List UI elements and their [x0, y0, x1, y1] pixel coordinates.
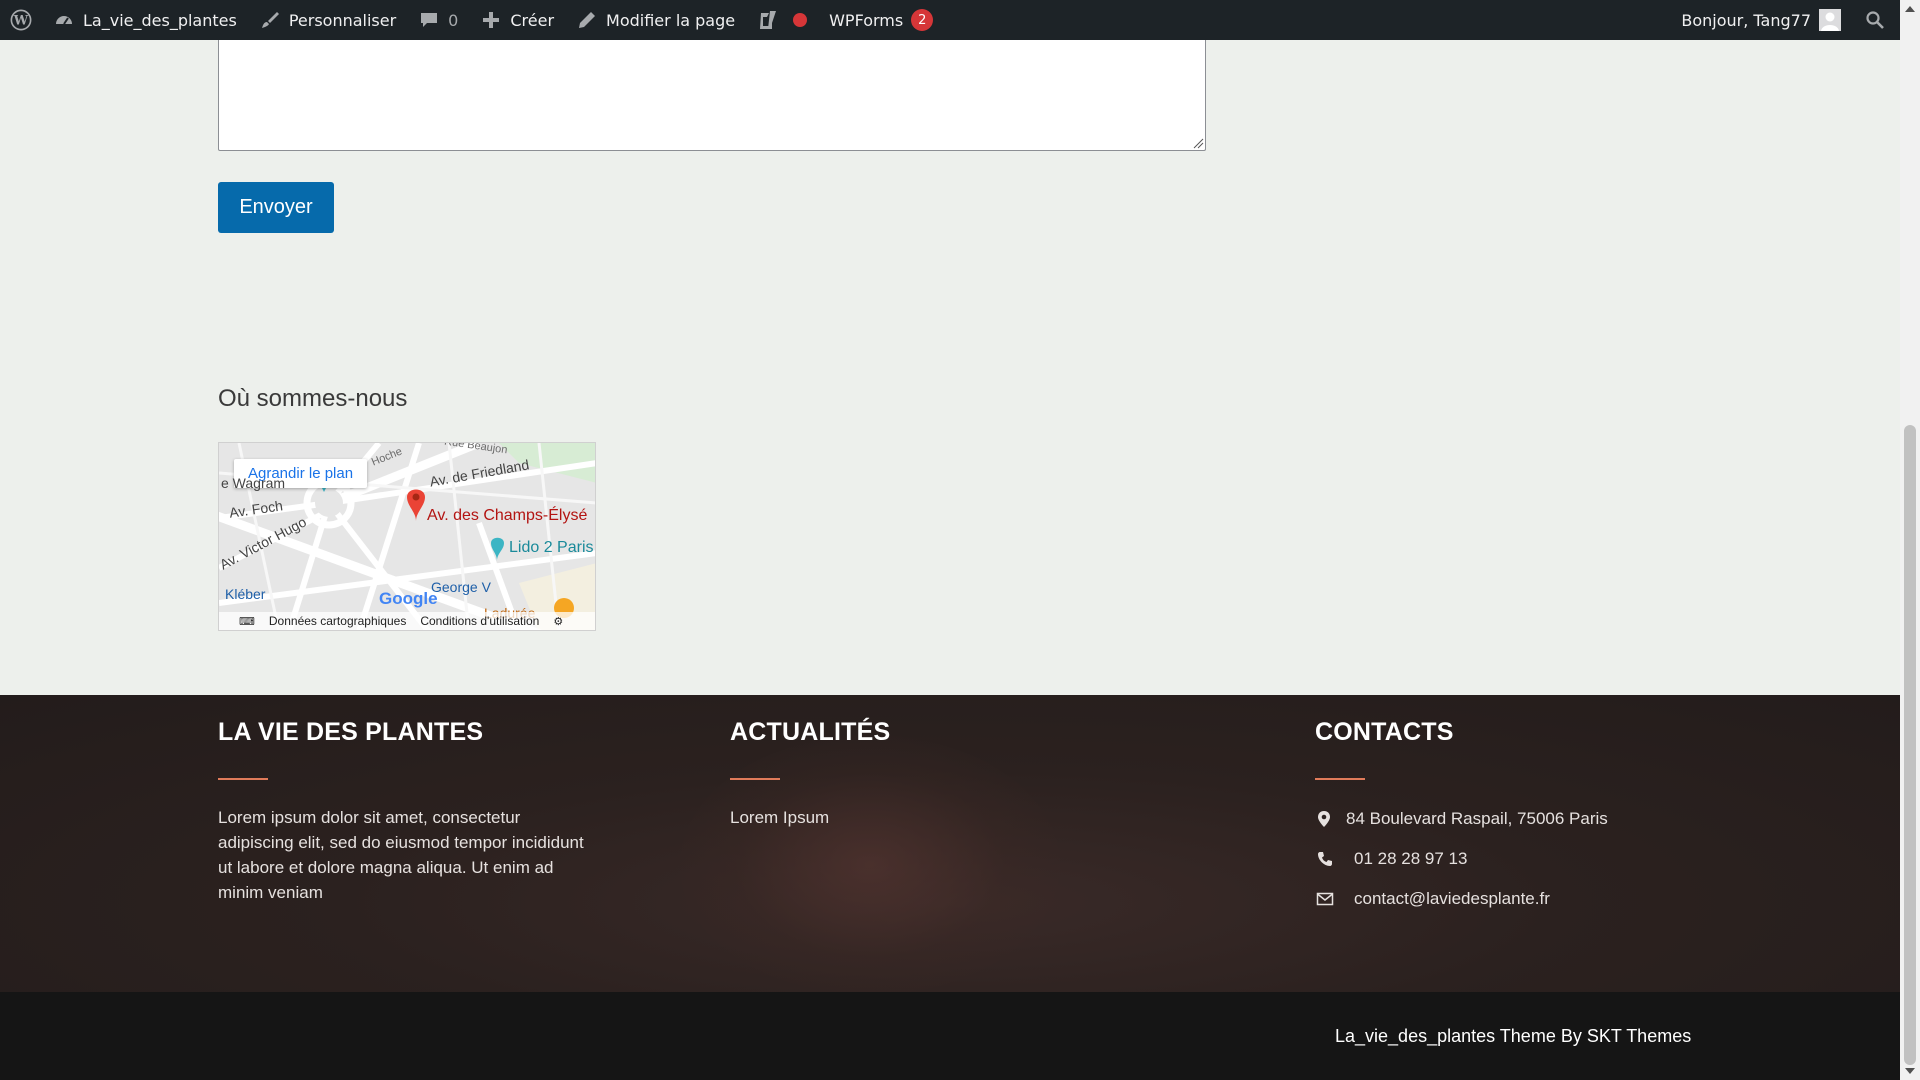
yoast-icon — [757, 9, 779, 31]
scrollbar-thumb[interactable] — [1904, 425, 1916, 1065]
footer-background-image — [680, 735, 1060, 992]
email-icon — [1316, 892, 1334, 906]
search-icon — [1864, 9, 1886, 31]
map-terms-link[interactable]: Conditions d'utilisation — [420, 614, 539, 628]
customize-menu[interactable]: Personnaliser — [248, 0, 407, 40]
footer-about-divider — [218, 778, 268, 780]
submit-button[interactable]: Envoyer — [218, 182, 334, 233]
customize-label: Personnaliser — [288, 10, 397, 30]
scroll-up-arrow-icon[interactable] — [1905, 6, 1915, 12]
map-data-label[interactable]: Données cartographiques — [269, 614, 406, 628]
scroll-down-arrow-icon[interactable] — [1905, 1068, 1915, 1074]
footer-news-link[interactable]: Lorem Ipsum — [730, 805, 829, 830]
phone-icon — [1318, 852, 1332, 866]
footer-contacts-title: CONTACTS — [1315, 718, 1454, 746]
svg-text:W: W — [13, 14, 29, 29]
edit-page-menu[interactable]: Modifier la page — [565, 0, 746, 40]
wpforms-count-badge: 2 — [911, 9, 934, 31]
contact-address: 84 Boulevard Raspail, 75006 Paris — [1346, 809, 1608, 828]
brush-icon — [259, 9, 281, 31]
site-footer: LA VIE DES PLANTES Lorem ipsum dolor sit… — [0, 695, 1900, 992]
new-content-menu[interactable]: Créer — [469, 0, 565, 40]
map-footer: ⌨ Données cartographiques Conditions d'u… — [219, 612, 595, 630]
greeting-label: Bonjour, Tang77 — [1681, 10, 1811, 30]
footer-credit[interactable]: La_vie_des_plantes Theme By SKT Themes — [1335, 1026, 1691, 1047]
map-label-champs-elysees: Av. des Champs-Élysé — [427, 507, 588, 524]
contact-email[interactable]: contact@laviedesplante.fr — [1354, 886, 1550, 911]
google-logo: Google — [379, 589, 438, 608]
dashboard-icon — [53, 9, 75, 31]
site-name-menu[interactable]: La_vie_des_plantes — [42, 0, 248, 40]
google-map[interactable]: Agrandir le plan Rue Beaujon Hoche Av. d… — [218, 442, 596, 631]
message-textarea[interactable] — [218, 40, 1206, 151]
location-pin-icon — [1318, 811, 1330, 827]
site-name-label: La_vie_des_plantes — [83, 10, 237, 30]
map-label-george-v: George V — [431, 579, 491, 595]
map-label-kleber: Kléber — [225, 586, 266, 602]
red-dot-icon — [793, 13, 808, 27]
search-menu[interactable] — [1852, 0, 1900, 40]
avatar-icon — [1819, 9, 1841, 31]
footer-news-divider — [730, 778, 780, 780]
wpforms-menu[interactable]: WPForms 2 — [818, 0, 944, 40]
footer-contacts-divider — [1315, 778, 1365, 780]
resize-grip-icon[interactable] — [1192, 137, 1204, 149]
comment-icon — [418, 9, 440, 31]
footer-news-title: ACTUALITÉS — [730, 718, 891, 746]
wordpress-logo-icon: W — [10, 9, 32, 31]
keyboard-icon[interactable]: ⌨ — [239, 615, 255, 628]
edit-page-label: Modifier la page — [606, 10, 736, 30]
map-label-lido: Lido 2 Paris — [509, 539, 594, 556]
footer-about-title: LA VIE DES PLANTES — [218, 718, 484, 746]
comments-count: 0 — [448, 10, 459, 30]
comments-menu[interactable]: 0 — [407, 0, 469, 40]
admin-bar: W La_vie_des_plantes Personnaliser 0 Cré… — [0, 0, 1900, 40]
seo-menu[interactable] — [746, 0, 818, 40]
footer-about-text: Lorem ipsum dolor sit amet, consectetur … — [218, 808, 584, 902]
page-scrollbar[interactable] — [1900, 0, 1920, 1080]
map-report-icon[interactable]: ⚙ — [553, 615, 563, 628]
map-label-wagram: e Wagram — [221, 475, 286, 491]
wpforms-label: WPForms — [829, 10, 904, 30]
plus-icon — [480, 9, 502, 31]
wordpress-menu[interactable]: W — [0, 0, 42, 40]
pencil-icon — [576, 9, 598, 31]
new-content-label: Créer — [510, 10, 555, 30]
map-section-heading: Où sommes-nous — [218, 385, 408, 412]
contact-phone[interactable]: 01 28 28 97 13 — [1354, 846, 1467, 871]
account-menu[interactable]: Bonjour, Tang77 — [1670, 0, 1852, 40]
